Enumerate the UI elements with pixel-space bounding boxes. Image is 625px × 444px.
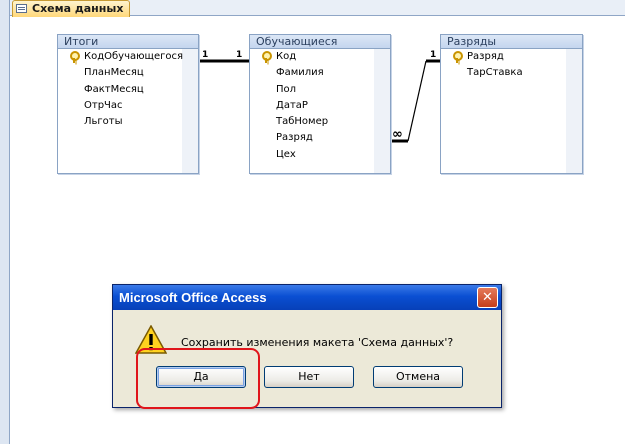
field-item[interactable]: Льготы bbox=[58, 114, 182, 130]
relationship-label-one: 1 bbox=[430, 50, 436, 60]
table-razryady[interactable]: Разряды Разряд ТарСтавка bbox=[440, 34, 583, 174]
field-item[interactable]: ТарСтавка bbox=[441, 65, 566, 81]
no-button[interactable]: Нет bbox=[264, 366, 354, 388]
dialog-title[interactable]: Microsoft Office Access bbox=[113, 285, 501, 310]
cancel-button[interactable]: Отмена bbox=[373, 366, 463, 388]
field-item[interactable]: ПланМесяц bbox=[58, 65, 182, 81]
primary-key-icon bbox=[261, 51, 272, 63]
relationship-label-one: 1 bbox=[236, 50, 242, 60]
field-list: КодОбучающегося ПланМесяц ФактМесяц ОтрЧ… bbox=[58, 49, 198, 173]
table-itogi[interactable]: Итоги КодОбучающегося ПланМесяц ФактМеся… bbox=[57, 34, 199, 174]
annotation-highlight bbox=[136, 348, 260, 409]
table-title[interactable]: Разряды bbox=[441, 35, 582, 49]
field-item[interactable]: Пол bbox=[250, 82, 374, 98]
field-item[interactable]: Разряд bbox=[441, 49, 566, 65]
field-item[interactable]: ФактМесяц bbox=[58, 82, 182, 98]
field-item[interactable]: ДатаР bbox=[250, 98, 374, 114]
primary-key-icon bbox=[452, 51, 463, 63]
field-item[interactable]: Фамилия bbox=[250, 65, 374, 81]
relationship-label-one: 1 bbox=[202, 50, 208, 60]
close-icon[interactable]: ✕ bbox=[477, 287, 498, 308]
field-item[interactable]: Код bbox=[250, 49, 374, 65]
field-item[interactable]: Разряд bbox=[250, 130, 374, 146]
field-item[interactable]: ТабНомер bbox=[250, 114, 374, 130]
primary-key-icon bbox=[69, 51, 80, 63]
table-title[interactable]: Итоги bbox=[58, 35, 198, 49]
field-item[interactable]: КодОбучающегося bbox=[58, 49, 183, 65]
relationship-label-many: ∞ bbox=[392, 127, 403, 142]
field-list: Код Фамилия Пол ДатаР ТабНомер Разряд Це… bbox=[250, 49, 390, 173]
field-list: Разряд ТарСтавка bbox=[441, 49, 582, 173]
field-item[interactable]: ОтрЧас bbox=[58, 98, 182, 114]
table-title[interactable]: Обучающиеся bbox=[250, 35, 390, 49]
field-item[interactable]: Цех bbox=[250, 147, 374, 163]
table-obuchayushchiesya[interactable]: Обучающиеся Код Фамилия Пол ДатаР ТабНом… bbox=[249, 34, 391, 174]
